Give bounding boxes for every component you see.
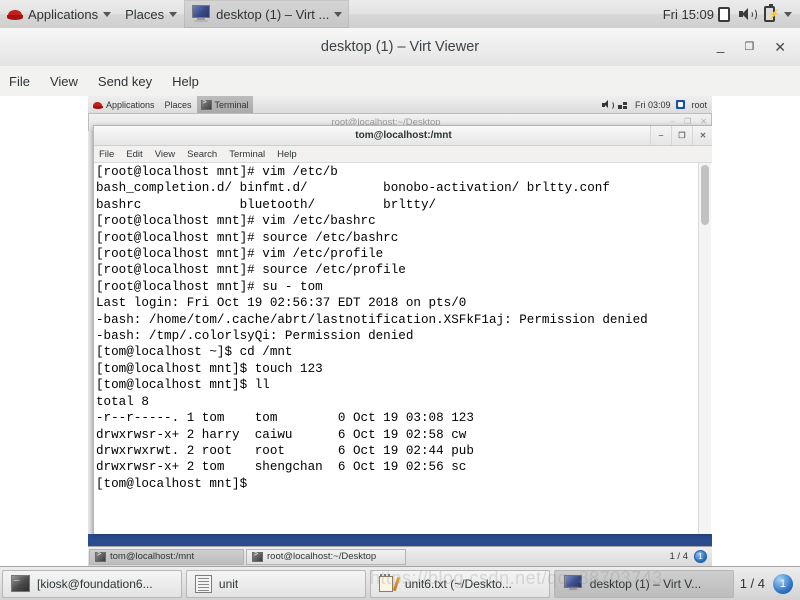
menu-file[interactable]: File: [0, 66, 40, 96]
terminal-window[interactable]: tom@localhost:/mnt ‒ ❐ ✕ File Edit View …: [93, 125, 712, 534]
battery-icon[interactable]: ⚡: [764, 4, 779, 22]
guest-pager[interactable]: 1 / 4: [670, 551, 689, 562]
virt-viewer-window-buttons: ‒ ❐ ✕: [717, 28, 794, 66]
virt-viewer-menubar: File View Send key Help: [0, 66, 800, 97]
guest-tray: Fri 03:09 root: [601, 100, 712, 110]
host-system-tray: ⚡: [718, 4, 800, 22]
guest-top-panel: Applications Places Terminal Fri 03:09 r…: [88, 96, 712, 114]
guest-user-label[interactable]: root: [691, 100, 707, 110]
chevron-down-icon: [169, 11, 178, 17]
terminal-scrollbar-thumb[interactable]: [701, 165, 709, 225]
menu-help[interactable]: Help: [162, 66, 209, 96]
minimize-button[interactable]: ‒: [717, 44, 725, 58]
guest-task-item-root[interactable]: root@localhost:~/Desktop: [246, 548, 406, 565]
terminal-titlebar[interactable]: tom@localhost:/mnt ‒ ❐ ✕: [94, 126, 712, 146]
terminal-menubar: File Edit View Search Terminal Help: [94, 146, 712, 163]
user-icon: [676, 100, 686, 109]
guest-task-label: root@localhost:~/Desktop: [267, 551, 377, 562]
host-pager[interactable]: 1 / 4: [740, 576, 765, 591]
host-task-item-unit6[interactable]: unit6.txt (~/Deskto...: [369, 569, 550, 598]
terminal-menu-edit[interactable]: Edit: [120, 146, 148, 163]
host-clock[interactable]: Fri 15:09: [663, 7, 718, 22]
host-task-item-kiosk[interactable]: [kiosk@foundation6...: [2, 569, 182, 598]
network-icon[interactable]: [617, 100, 629, 110]
guest-places-label: Places: [164, 99, 192, 110]
terminal-menu-view[interactable]: View: [149, 146, 181, 163]
guest-task-item-tom[interactable]: tom@localhost:/mnt: [89, 548, 244, 565]
chevron-down-icon: [334, 11, 343, 17]
terminal-title: tom@localhost:/mnt: [355, 130, 452, 141]
host-task-label: [kiosk@foundation6...: [37, 576, 153, 591]
tray-chevron-down-icon[interactable]: [784, 11, 792, 17]
terminal-text: [root@localhost mnt]# vim /etc/b bash_co…: [96, 165, 648, 491]
host-task-label: unit6.txt (~/Deskto...: [404, 576, 512, 591]
host-places-label: Places: [125, 6, 165, 22]
guest-taskbar-right: 1 / 4 1: [670, 550, 713, 563]
terminal-icon: [200, 99, 212, 110]
host-task-item-unit[interactable]: unit: [185, 569, 366, 598]
terminal-menu-search[interactable]: Search: [181, 146, 223, 163]
guest-window-item-terminal[interactable]: Terminal: [196, 96, 253, 113]
terminal-menu-help[interactable]: Help: [271, 146, 303, 163]
terminal-icon: [252, 551, 263, 562]
guest-task-label: tom@localhost:/mnt: [110, 551, 195, 562]
monitor-icon: [563, 574, 583, 593]
terminal-scrollbar[interactable]: [698, 163, 711, 534]
guest-desktop[interactable]: Applications Places Terminal Fri 03:09 r…: [88, 96, 712, 566]
host-taskbar-right: 1 / 4 1: [736, 573, 800, 594]
speaker-icon[interactable]: [739, 7, 757, 21]
host-applications-menu[interactable]: Applications: [0, 0, 118, 28]
terminal-icon: [95, 551, 106, 562]
guest-desktop-area: Applications Places Terminal Fri 03:09 r…: [0, 96, 800, 566]
document-icon: [194, 574, 212, 593]
host-top-panel: Applications Places desktop (1) – Virt .…: [0, 0, 800, 29]
terminal-menu-file[interactable]: File: [94, 146, 120, 163]
host-task-label: unit: [218, 576, 239, 591]
guest-taskbar: tom@localhost:/mnt root@localhost:~/Desk…: [88, 546, 712, 566]
guest-applications-label: Applications: [106, 99, 155, 110]
menu-view[interactable]: View: [40, 66, 88, 96]
guest-places-menu[interactable]: Places: [160, 96, 197, 113]
terminal-window-buttons: ‒ ❐ ✕: [650, 126, 712, 146]
terminal-icon: [11, 573, 30, 592]
menu-send-key[interactable]: Send key: [88, 66, 162, 96]
host-places-menu[interactable]: Places: [118, 0, 184, 28]
terminal-output-area[interactable]: [root@localhost mnt]# vim /etc/b bash_co…: [94, 163, 712, 534]
guest-applications-menu[interactable]: Applications: [88, 96, 160, 113]
host-workspace-badge[interactable]: 1: [772, 573, 793, 594]
text-editor-icon: [378, 573, 400, 593]
virt-viewer-title: desktop (1) – Virt Viewer: [320, 39, 480, 55]
monitor-icon: [191, 5, 211, 23]
terminal-maximize-button[interactable]: ❐: [671, 126, 692, 145]
host-applications-label: Applications: [28, 6, 99, 22]
guest-workspace-badge[interactable]: 1: [694, 550, 707, 563]
host-task-item-virt-viewer[interactable]: desktop (1) – Virt V...: [553, 569, 734, 598]
guest-clock[interactable]: Fri 03:09: [635, 100, 671, 110]
host-window-menu-label: desktop (1) – Virt ...: [216, 6, 330, 22]
redhat-logo-icon: [93, 100, 103, 110]
guest-window-item-label: Terminal: [214, 99, 249, 110]
terminal-close-button[interactable]: ✕: [692, 126, 712, 145]
maximize-button[interactable]: ❐: [744, 41, 754, 53]
note-icon[interactable]: [718, 6, 730, 22]
close-button[interactable]: ✕: [774, 40, 786, 54]
terminal-menu-terminal[interactable]: Terminal: [223, 146, 271, 163]
host-taskbar: [kiosk@foundation6... unit unit6.txt (~/…: [0, 566, 800, 600]
screen-root: Applications Places desktop (1) – Virt .…: [0, 0, 800, 600]
redhat-logo-icon: [7, 6, 23, 22]
virt-viewer-titlebar: desktop (1) – Virt Viewer ‒ ❐ ✕: [0, 28, 800, 67]
terminal-minimize-button[interactable]: ‒: [650, 126, 671, 145]
host-task-label: desktop (1) – Virt V...: [589, 576, 702, 591]
chevron-down-icon: [103, 11, 112, 17]
host-window-menu-item[interactable]: desktop (1) – Virt ...: [184, 0, 350, 28]
speaker-icon[interactable]: [601, 100, 614, 110]
